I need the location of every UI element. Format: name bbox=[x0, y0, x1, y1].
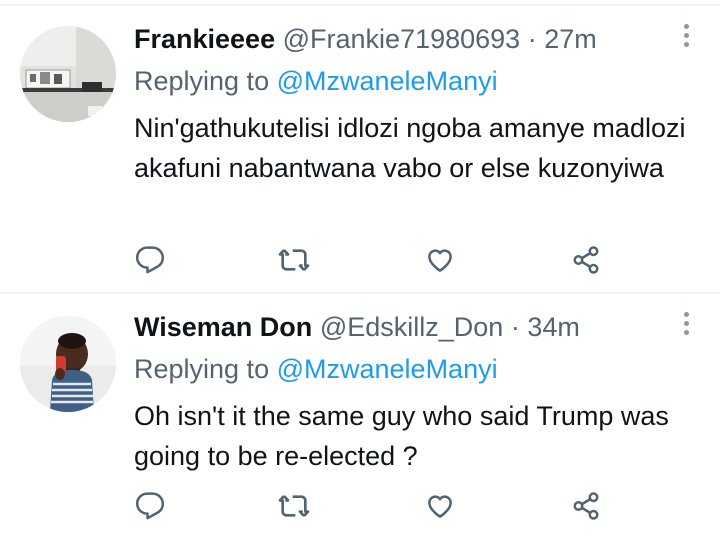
timestamp[interactable]: 34m bbox=[527, 312, 580, 342]
replying-to: Replying to @MzwaneleManyi bbox=[134, 350, 498, 388]
separator: · bbox=[527, 24, 537, 54]
mention-link[interactable]: @MzwaneleManyi bbox=[277, 66, 498, 96]
reply-icon bbox=[135, 492, 165, 520]
tweet-feed: Frankieeee @Frankie71980693 · 27m Replyi… bbox=[0, 0, 720, 536]
timestamp[interactable]: 27m bbox=[544, 24, 597, 54]
replying-to: Replying to @MzwaneleManyi bbox=[134, 62, 498, 100]
reply-icon bbox=[135, 246, 165, 274]
display-name[interactable]: Frankieeee bbox=[134, 24, 275, 54]
like-button[interactable] bbox=[422, 488, 458, 524]
like-button[interactable] bbox=[422, 242, 458, 278]
display-name[interactable]: Wiseman Don bbox=[134, 312, 312, 342]
tweet-text: Nin'gathukutelisi idlozi ngoba amanye ma… bbox=[134, 113, 686, 183]
avatar-photo-child bbox=[20, 316, 116, 412]
tweet-text: Oh isn't it the same guy who said Trump … bbox=[134, 401, 669, 471]
share-icon bbox=[573, 246, 599, 274]
replying-prefix: Replying to bbox=[134, 66, 270, 96]
more-icon[interactable] bbox=[678, 312, 694, 342]
tweet-header: Wiseman Don @Edskillz_Don · 34m bbox=[134, 308, 670, 346]
tweet[interactable]: Frankieeee @Frankie71980693 · 27m Replyi… bbox=[0, 0, 720, 292]
share-icon bbox=[573, 492, 599, 520]
replying-prefix: Replying to bbox=[134, 354, 270, 384]
mention-link[interactable]: @MzwaneleManyi bbox=[277, 354, 498, 384]
retweet-icon bbox=[278, 249, 310, 271]
retweet-button[interactable] bbox=[276, 242, 312, 278]
avatar[interactable] bbox=[20, 26, 116, 122]
more-icon[interactable] bbox=[678, 24, 694, 54]
avatar-photo-room bbox=[20, 26, 116, 122]
share-button[interactable] bbox=[568, 488, 604, 524]
retweet-button[interactable] bbox=[276, 488, 312, 524]
tweet-header: Frankieeee @Frankie71980693 · 27m bbox=[134, 20, 670, 58]
action-bar bbox=[0, 488, 720, 524]
tweet[interactable]: Wiseman Don @Edskillz_Don · 34m Replying… bbox=[0, 294, 720, 536]
reply-button[interactable] bbox=[132, 488, 168, 524]
avatar[interactable] bbox=[20, 316, 116, 412]
retweet-icon bbox=[278, 495, 310, 517]
action-bar bbox=[0, 242, 720, 278]
handle[interactable]: @Frankie71980693 bbox=[283, 24, 521, 54]
separator: · bbox=[510, 312, 520, 342]
like-icon bbox=[428, 495, 452, 518]
like-icon bbox=[428, 249, 452, 272]
handle[interactable]: @Edskillz_Don bbox=[320, 312, 503, 342]
share-button[interactable] bbox=[568, 242, 604, 278]
reply-button[interactable] bbox=[132, 242, 168, 278]
